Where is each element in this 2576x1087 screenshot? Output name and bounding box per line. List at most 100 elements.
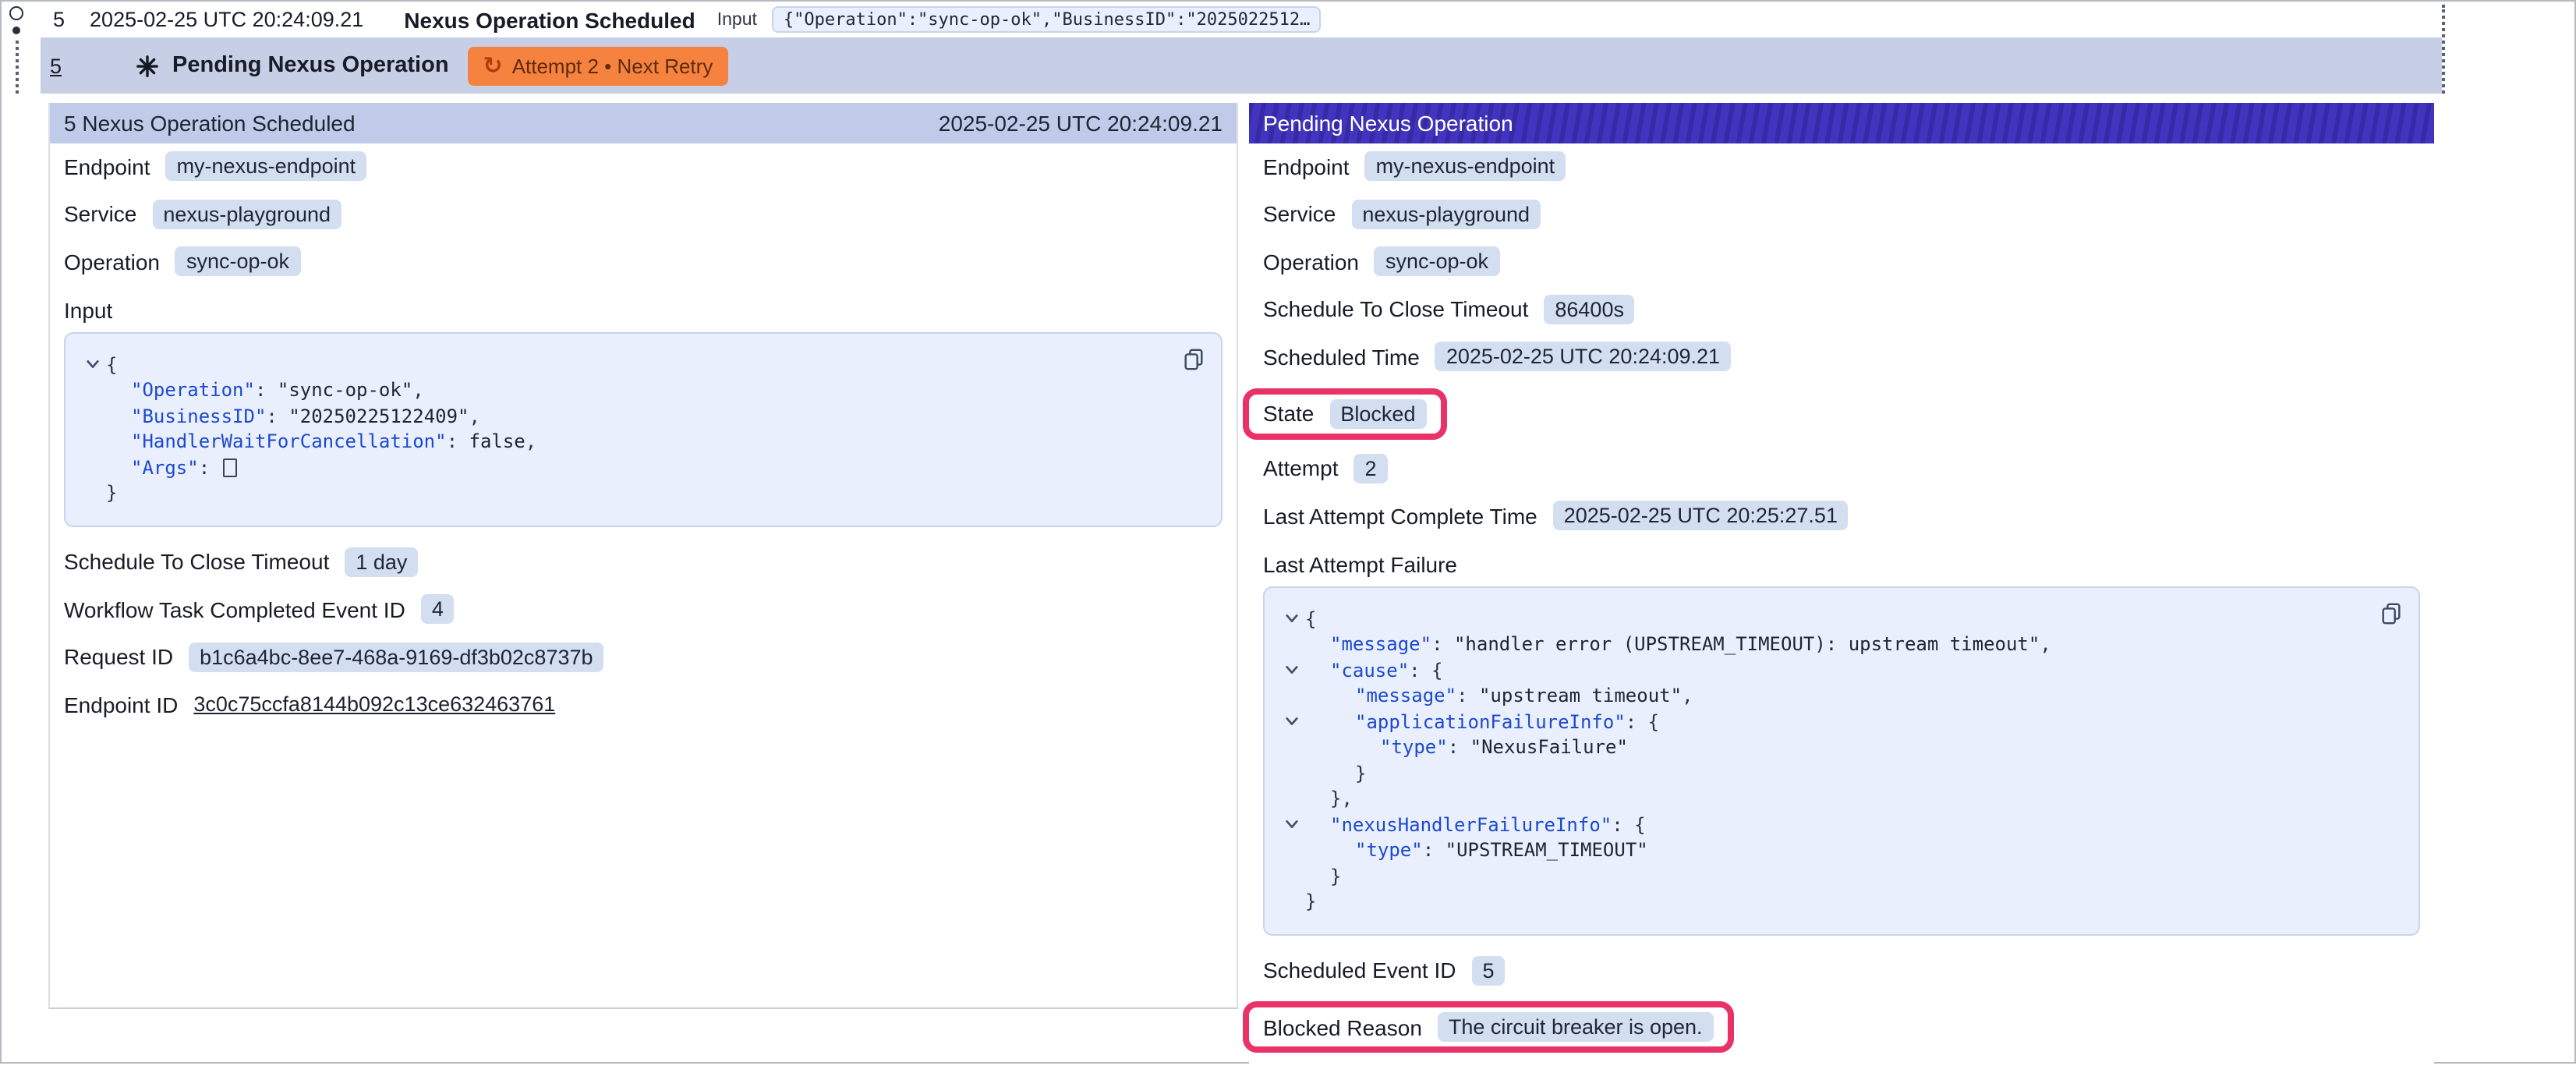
timeline-dotted-line bbox=[16, 41, 19, 94]
json-code-line: "BusinessID": "20250225122409", bbox=[78, 403, 1159, 429]
field-row-scheduled-event-id: Scheduled Event ID 5 bbox=[1263, 954, 2420, 987]
collapse-chevron-icon[interactable] bbox=[78, 358, 106, 372]
field-value-chip: 2025-02-25 UTC 20:25:27.51 bbox=[1553, 501, 1849, 531]
collapse-chevron-icon[interactable] bbox=[1277, 664, 1305, 678]
json-code-line: } bbox=[1277, 760, 2356, 786]
field-value-chip: nexus-playground bbox=[152, 200, 341, 229]
json-lines: {"message": "handler error (UPSTREAM_TIM… bbox=[1277, 606, 2356, 915]
field-row-schedule-to-close: Schedule To Close Timeout 86400s bbox=[1263, 292, 2420, 326]
timeline-rail bbox=[2, 2, 41, 101]
input-json-block: {"Operation": "sync-op-ok","BusinessID":… bbox=[64, 331, 1223, 526]
json-code-line: { bbox=[1277, 606, 2356, 632]
retry-icon: ↻ bbox=[483, 54, 503, 77]
field-value-chip: my-nexus-endpoint bbox=[1365, 152, 1566, 182]
nexus-asterisk-icon bbox=[135, 54, 158, 77]
json-code-line: "cause": { bbox=[1277, 657, 2356, 683]
field-row-last-attempt-complete: Last Attempt Complete Time 2025-02-25 UT… bbox=[1263, 499, 2420, 533]
json-code-line: } bbox=[1277, 863, 2356, 889]
field-row-endpoint: Endpoint my-nexus-endpoint bbox=[1263, 150, 2420, 183]
pending-event-id-link[interactable]: 5 bbox=[50, 54, 62, 77]
retry-badge: ↻ Attempt 2 • Next Retry bbox=[468, 46, 729, 85]
empty-array-icon bbox=[223, 459, 237, 477]
pending-operation-row[interactable]: 5 Pending Nexus Operation ↻ Attempt 2 • … bbox=[41, 37, 2442, 94]
event-details-header[interactable]: 5 Nexus Operation Scheduled 2025-02-25 U… bbox=[50, 103, 1237, 143]
field-row-service: Service nexus-playground bbox=[1263, 197, 2420, 231]
json-lines: {"Operation": "sync-op-ok","BusinessID":… bbox=[78, 352, 1159, 506]
field-row-scheduled-time: Scheduled Time 2025-02-25 UTC 20:24:09.2… bbox=[1263, 340, 2420, 374]
failure-json-block: {"message": "handler error (UPSTREAM_TIM… bbox=[1263, 586, 2420, 935]
field-label: Scheduled Time bbox=[1263, 345, 1420, 370]
json-code-line: "Args": bbox=[78, 455, 1159, 480]
field-value-chip: sync-op-ok bbox=[175, 247, 300, 277]
field-value-chip: sync-op-ok bbox=[1375, 247, 1499, 277]
copy-icon[interactable] bbox=[2376, 601, 2404, 629]
field-value-chip: 2025-02-25 UTC 20:24:09.21 bbox=[1435, 342, 1731, 372]
event-id-link[interactable]: 5 bbox=[53, 8, 65, 31]
pending-operation-header: Pending Nexus Operation bbox=[1249, 103, 2434, 143]
collapse-chevron-icon[interactable] bbox=[1277, 715, 1305, 729]
blocked-reason-chip: The circuit breaker is open. bbox=[1438, 1012, 1714, 1042]
event-details-header-timestamp: 2025-02-25 UTC 20:24:09.21 bbox=[939, 111, 1223, 136]
field-row-operation: Operation sync-op-ok bbox=[64, 245, 1223, 278]
last-attempt-failure-label: Last Attempt Failure bbox=[1263, 551, 2420, 576]
field-row-blocked-reason: Blocked Reason The circuit breaker is op… bbox=[1263, 1001, 2420, 1053]
field-label: Blocked Reason bbox=[1263, 1014, 1422, 1039]
field-row-schedule-to-close: Schedule To Close Timeout 1 day bbox=[64, 545, 1223, 579]
copy-icon[interactable] bbox=[1179, 347, 1207, 375]
field-row-request-id: Request ID b1c6a4bc-8ee7-468a-9169-df3b0… bbox=[64, 640, 1223, 674]
json-code-line: }, bbox=[1277, 786, 2356, 812]
field-label: Operation bbox=[1263, 250, 1359, 274]
event-input-label: Input bbox=[717, 10, 757, 29]
pending-operation-panel: Pending Nexus Operation Endpoint my-nexu… bbox=[1249, 103, 2434, 1087]
json-code-line: "HandlerWaitForCancellation": false, bbox=[78, 429, 1159, 455]
field-label: Attempt bbox=[1263, 456, 1339, 481]
field-value-chip: b1c6a4bc-8ee7-468a-9169-df3b02c8737b bbox=[189, 643, 603, 672]
timeline-dot-icon bbox=[12, 27, 20, 34]
collapse-chevron-icon[interactable] bbox=[1277, 612, 1305, 626]
field-row-endpoint: Endpoint my-nexus-endpoint bbox=[64, 150, 1223, 183]
field-label: Service bbox=[64, 202, 136, 227]
json-code-line: } bbox=[78, 480, 1159, 506]
event-input-preview[interactable]: {"Operation":"sync-op-ok","BusinessID":"… bbox=[773, 6, 1322, 33]
field-value-chip: 86400s bbox=[1544, 295, 1635, 324]
json-code-line: "Operation": "sync-op-ok", bbox=[78, 377, 1159, 403]
timeline-node-icon bbox=[9, 6, 23, 20]
json-code-line: "type": "NexusFailure" bbox=[1277, 735, 2356, 760]
state-value-chip: Blocked bbox=[1329, 398, 1426, 428]
json-code-line: "type": "UPSTREAM_TIMEOUT" bbox=[1277, 837, 2356, 863]
annotation-highlight-state: State Blocked bbox=[1243, 388, 1446, 439]
event-details-header-title: 5 Nexus Operation Scheduled bbox=[64, 111, 356, 136]
temporal-event-history-view: 5 2025-02-25 UTC 20:24:09.21 Nexus Opera… bbox=[0, 0, 2576, 1064]
json-code-line: } bbox=[1277, 889, 2356, 915]
field-row-attempt: Attempt 2 bbox=[1263, 451, 2420, 485]
event-summary-row[interactable]: 5 2025-02-25 UTC 20:24:09.21 Nexus Opera… bbox=[41, 2, 2576, 37]
pending-operation-title: Pending Nexus Operation bbox=[172, 53, 449, 78]
event-details-panel: 5 Nexus Operation Scheduled 2025-02-25 U… bbox=[48, 103, 1238, 1009]
json-code-line: "nexusHandlerFailureInfo": { bbox=[1277, 812, 2356, 837]
field-label: State bbox=[1263, 401, 1314, 426]
field-value-chip: 5 bbox=[1472, 956, 1506, 986]
event-title: Nexus Operation Scheduled bbox=[404, 7, 695, 32]
field-value-chip: my-nexus-endpoint bbox=[166, 152, 367, 182]
json-code-line: "applicationFailureInfo": { bbox=[1277, 709, 2356, 735]
field-label: Operation bbox=[64, 250, 160, 274]
json-code-line: "message": "upstream timeout", bbox=[1277, 683, 2356, 709]
field-label: Endpoint ID bbox=[64, 692, 178, 717]
field-row-wft-completed-id: Workflow Task Completed Event ID 4 bbox=[64, 593, 1223, 626]
field-value-chip: 1 day bbox=[345, 547, 418, 577]
collapse-chevron-icon[interactable] bbox=[1277, 818, 1305, 832]
pending-operation-header-title: Pending Nexus Operation bbox=[1263, 111, 1513, 136]
field-label: Endpoint bbox=[1263, 154, 1350, 179]
endpoint-id-link[interactable]: 3c0c75ccfa8144b092c13ce632463761 bbox=[193, 693, 555, 717]
field-value-chip: 2 bbox=[1354, 454, 1388, 483]
field-label: Service bbox=[1263, 202, 1336, 227]
field-row-state: State Blocked bbox=[1263, 388, 2420, 439]
field-label: Last Attempt Complete Time bbox=[1263, 504, 1537, 529]
field-row-operation: Operation sync-op-ok bbox=[1263, 245, 2420, 278]
field-label: Schedule To Close Timeout bbox=[1263, 297, 1528, 322]
field-label: Schedule To Close Timeout bbox=[64, 550, 329, 575]
input-section-label: Input bbox=[64, 297, 1223, 322]
field-label: Scheduled Event ID bbox=[1263, 958, 1456, 983]
field-value-chip: nexus-playground bbox=[1351, 200, 1541, 229]
event-timestamp: 2025-02-25 UTC 20:24:09.21 bbox=[90, 8, 363, 31]
